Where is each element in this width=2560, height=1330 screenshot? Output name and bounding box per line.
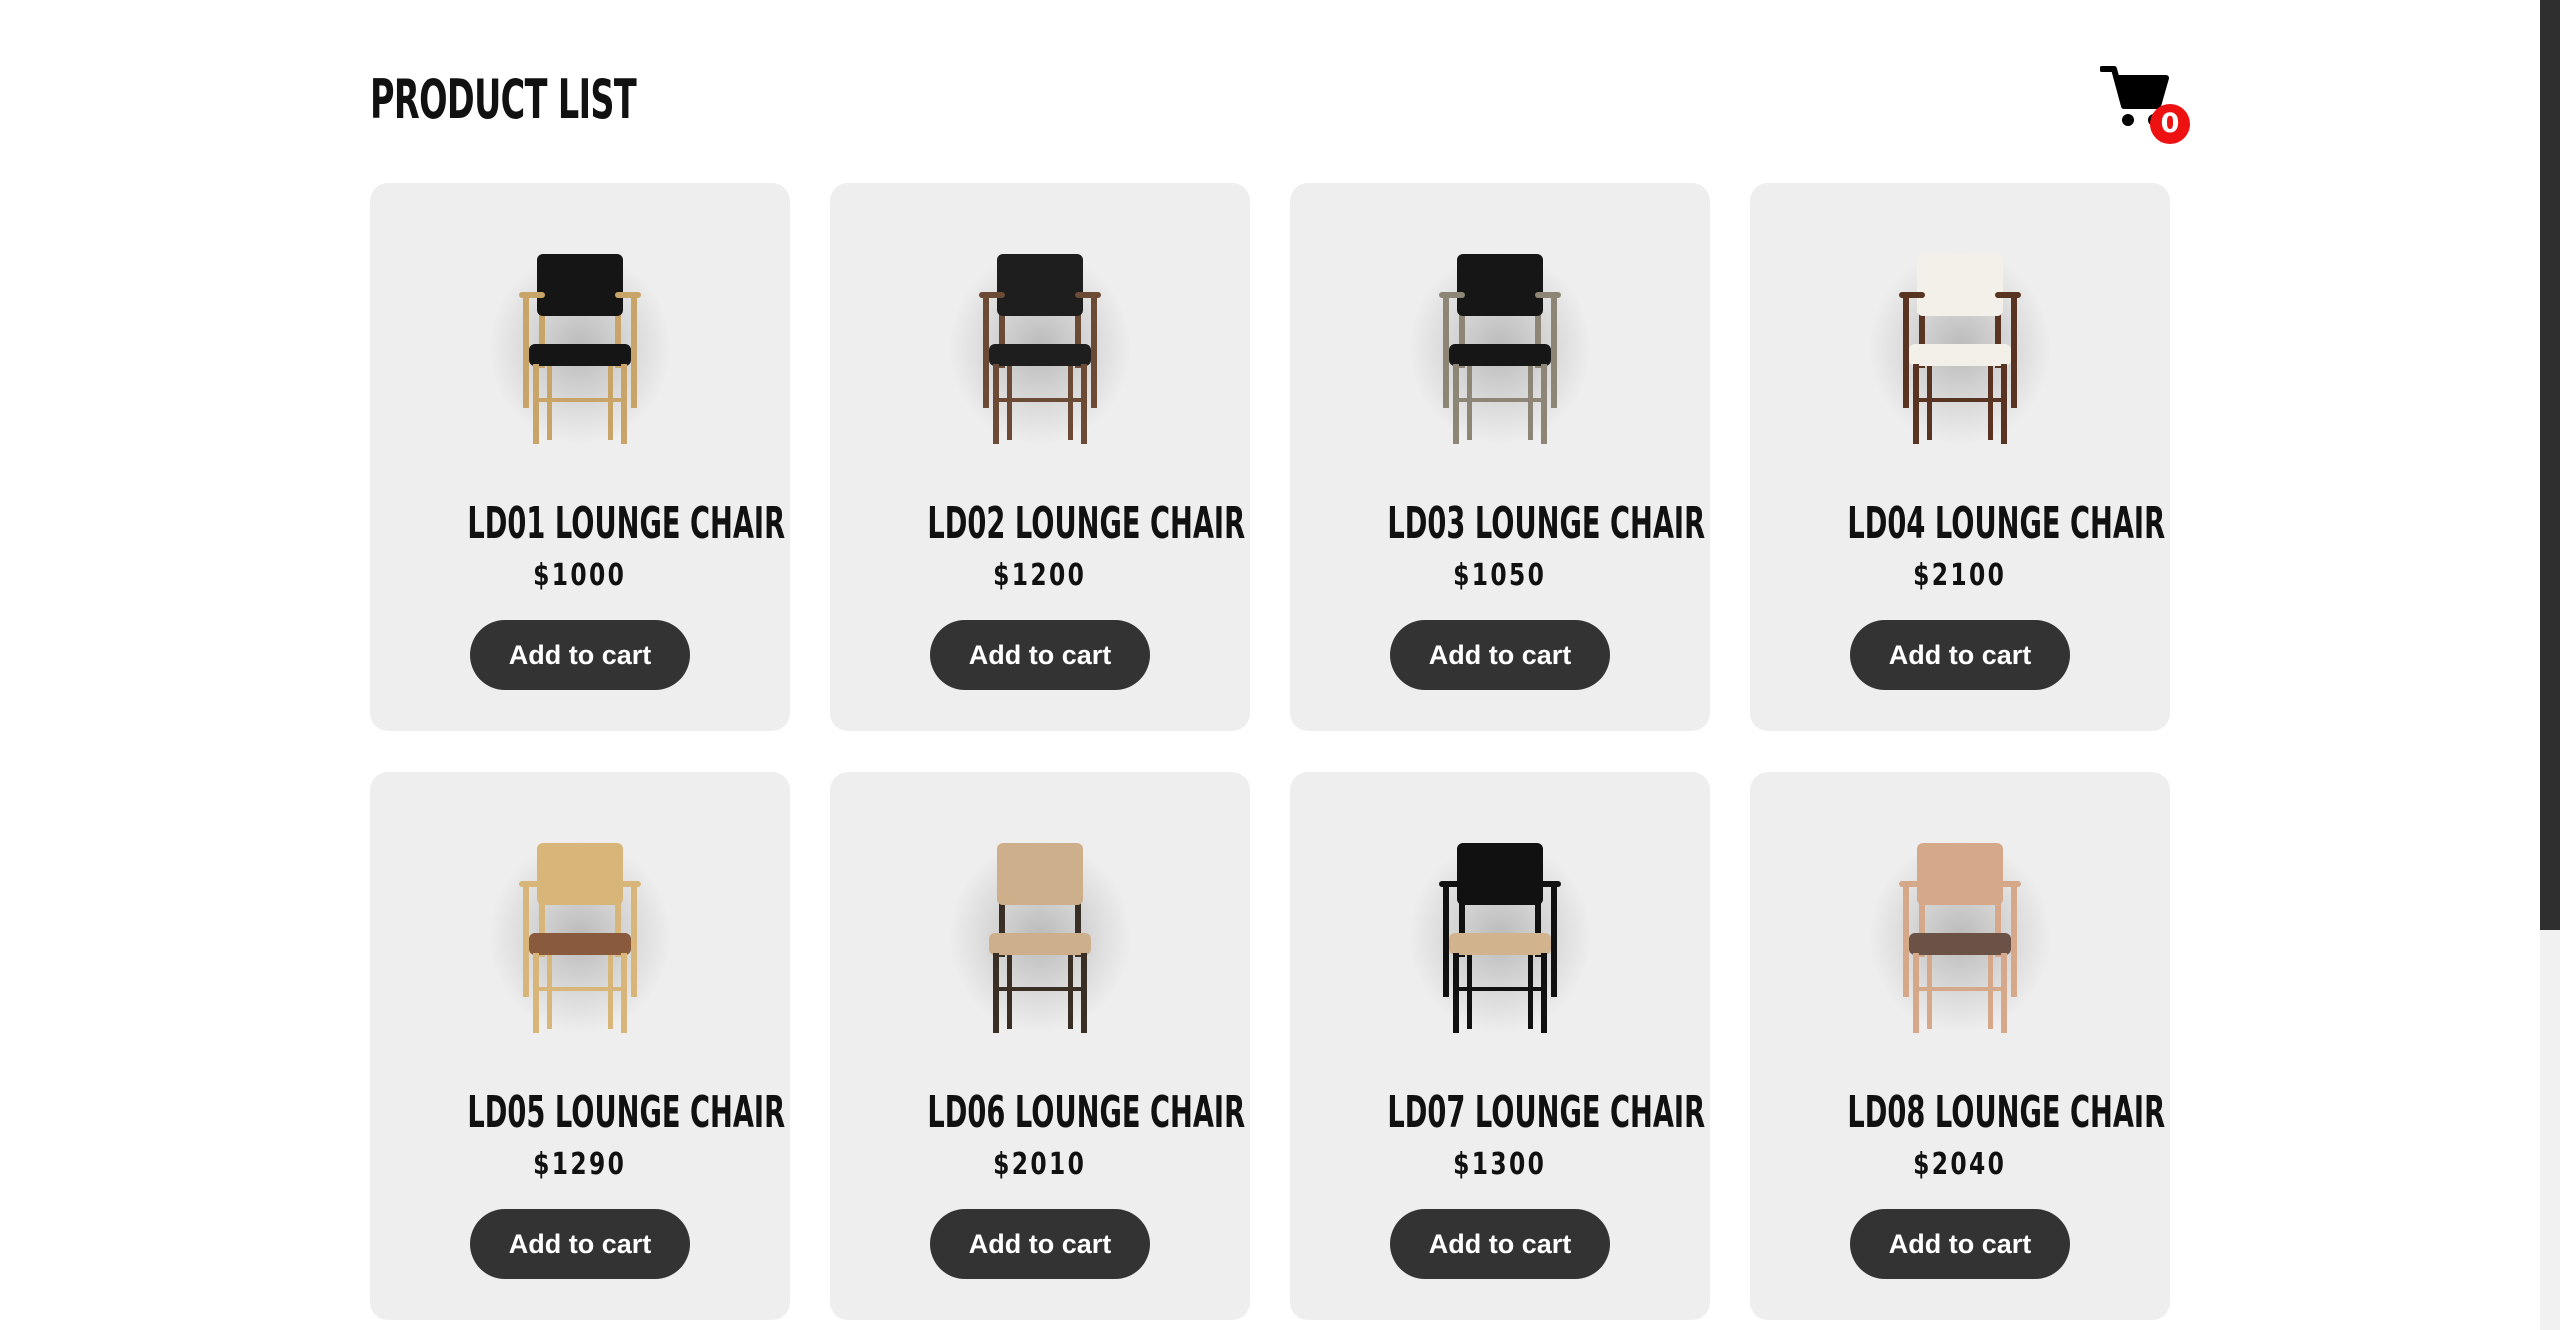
add-to-cart-button[interactable]: Add to cart	[1390, 620, 1610, 690]
chair-image	[1439, 254, 1561, 444]
product-price: $2100	[1913, 558, 2007, 593]
chair-image	[1899, 843, 2021, 1033]
header: PRODUCT LIST 0	[370, 60, 2220, 150]
product-name: LD03 LOUNGE CHAIR	[1387, 498, 1706, 549]
product-price: $2040	[1913, 1147, 2007, 1182]
scrollbar-thumb[interactable]	[2540, 0, 2560, 930]
cart-button[interactable]: 0	[2100, 64, 2190, 144]
product-image	[430, 223, 730, 453]
product-card: LD04 LOUNGE CHAIR $2100 Add to cart	[1750, 183, 2170, 731]
chair-image	[1899, 254, 2021, 444]
chair-image	[979, 254, 1101, 444]
chair-image	[519, 254, 641, 444]
product-price: $1300	[1453, 1147, 1547, 1182]
product-image	[1810, 812, 2110, 1042]
add-to-cart-button[interactable]: Add to cart	[1850, 620, 2070, 690]
chair-image	[989, 843, 1091, 1033]
product-card: LD06 LOUNGE CHAIR $2010 Add to cart	[830, 772, 1250, 1320]
chair-image	[519, 843, 641, 1033]
product-image	[890, 223, 1190, 453]
add-to-cart-button[interactable]: Add to cart	[470, 1209, 690, 1279]
product-card: LD01 LOUNGE CHAIR $1000 Add to cart	[370, 183, 790, 731]
product-name: LD02 LOUNGE CHAIR	[927, 498, 1246, 549]
product-card: LD08 LOUNGE CHAIR $2040 Add to cart	[1750, 772, 2170, 1320]
product-image	[890, 812, 1190, 1042]
product-name: LD04 LOUNGE CHAIR	[1847, 498, 2166, 549]
product-name: LD08 LOUNGE CHAIR	[1847, 1087, 2166, 1138]
product-card: LD02 LOUNGE CHAIR $1200 Add to cart	[830, 183, 1250, 731]
scrollbar[interactable]	[2540, 0, 2560, 1330]
chair-image	[1439, 843, 1561, 1033]
product-name: LD07 LOUNGE CHAIR	[1387, 1087, 1706, 1138]
add-to-cart-button[interactable]: Add to cart	[930, 1209, 1150, 1279]
product-list-page: PRODUCT LIST 0 LD01 LOUNGE CHAIR $1000 A…	[0, 0, 2560, 1330]
add-to-cart-button[interactable]: Add to cart	[1850, 1209, 2070, 1279]
page-title: PRODUCT LIST	[370, 68, 637, 131]
product-price: $1050	[1453, 558, 1547, 593]
product-image	[1810, 223, 2110, 453]
product-card: LD03 LOUNGE CHAIR $1050 Add to cart	[1290, 183, 1710, 731]
product-card: LD07 LOUNGE CHAIR $1300 Add to cart	[1290, 772, 1710, 1320]
product-price: $1290	[533, 1147, 627, 1182]
product-image	[1350, 223, 1650, 453]
product-image	[430, 812, 730, 1042]
add-to-cart-button[interactable]: Add to cart	[930, 620, 1150, 690]
product-price: $1000	[533, 558, 627, 593]
product-price: $2010	[993, 1147, 1087, 1182]
product-card: LD05 LOUNGE CHAIR $1290 Add to cart	[370, 772, 790, 1320]
product-name: LD06 LOUNGE CHAIR	[927, 1087, 1246, 1138]
product-name: LD05 LOUNGE CHAIR	[467, 1087, 786, 1138]
product-name: LD01 LOUNGE CHAIR	[467, 498, 786, 549]
product-grid: LD01 LOUNGE CHAIR $1000 Add to cart LD02…	[370, 183, 2170, 1320]
product-price: $1200	[993, 558, 1087, 593]
add-to-cart-button[interactable]: Add to cart	[470, 620, 690, 690]
product-image	[1350, 812, 1650, 1042]
cart-count-badge: 0	[2150, 104, 2190, 144]
add-to-cart-button[interactable]: Add to cart	[1390, 1209, 1610, 1279]
